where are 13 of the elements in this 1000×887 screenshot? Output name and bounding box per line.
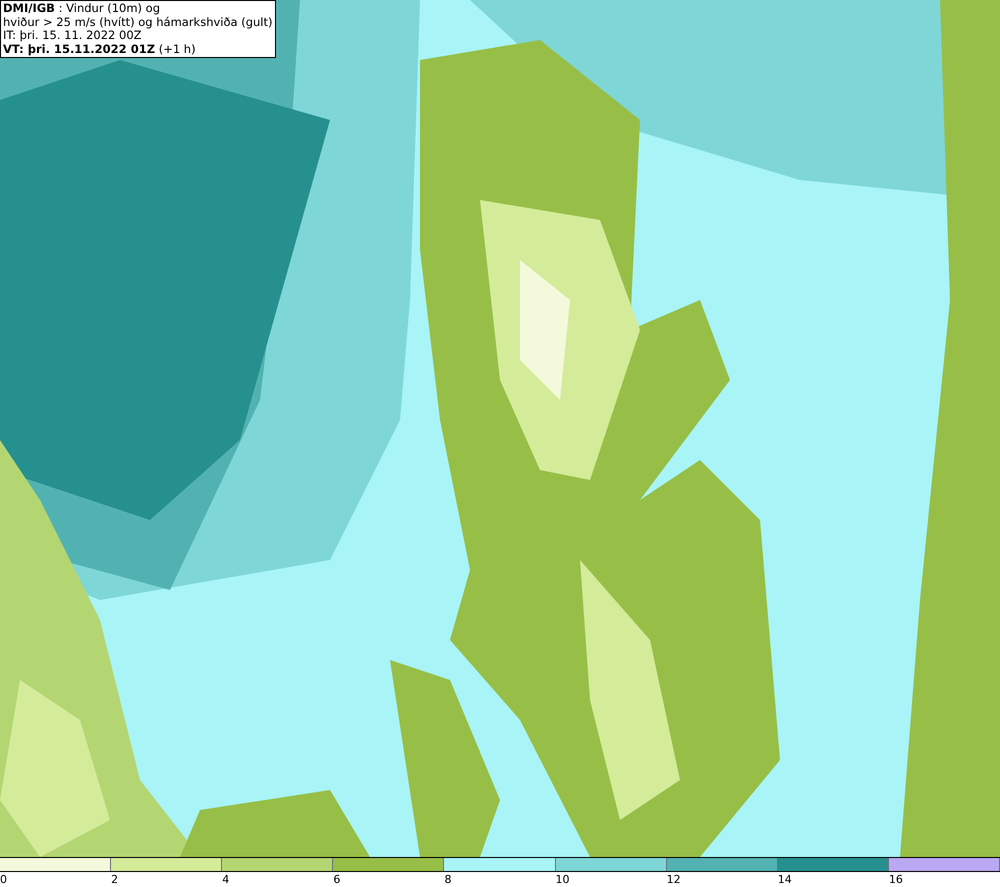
title-line: DMI/IGB : Vindur (10m) og [3, 2, 162, 16]
legend-label: 12 [666, 872, 681, 887]
title-line: VT: þri. 15.11.2022 01Z (+1 h) [3, 42, 197, 56]
title-line: hviður > 25 m/s (hvítt) og hámarkshviða (gult) [3, 16, 272, 29]
legend-label: 0 [0, 872, 7, 887]
legend-label: 14 [778, 872, 792, 887]
title-line: IT: þri. 15. 11. 2022 00Z [3, 29, 142, 42]
legend-label: 16 [888, 872, 903, 887]
legend-label: 4 [222, 872, 230, 887]
legend-label: 10 [556, 872, 570, 887]
legend-label: 8 [444, 872, 452, 887]
legend-label: 2 [111, 872, 118, 887]
legend-label: 6 [333, 872, 340, 887]
